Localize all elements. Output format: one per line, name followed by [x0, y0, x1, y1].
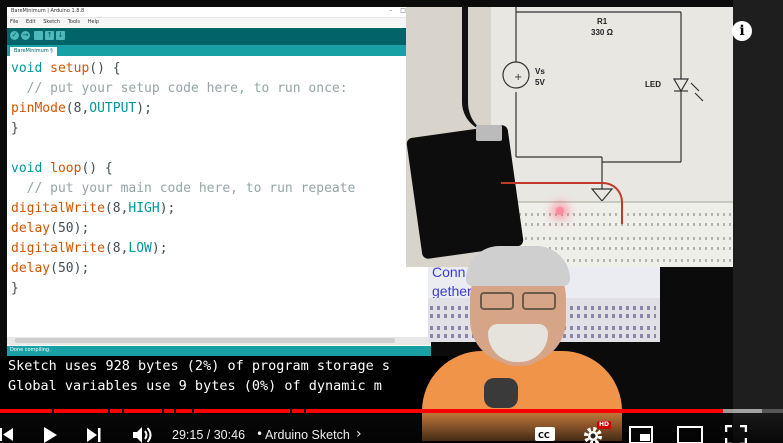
chevron-right-icon[interactable]: ›: [356, 426, 362, 442]
menu-help: Help: [87, 19, 100, 25]
code-line: void setup() {: [11, 59, 121, 79]
console-line-2: Global variables use 9 bytes (0%) of dyn…: [8, 378, 382, 394]
info-icon[interactable]: i: [732, 21, 752, 41]
code-token: loop: [50, 161, 82, 176]
code-token: (8,: [104, 201, 129, 216]
schematic-vs-value: 5V: [535, 78, 545, 87]
fullscreen-icon[interactable]: [725, 425, 747, 443]
code-line: // put your setup code here, to run once…: [11, 79, 348, 99]
code-token: (50);: [50, 261, 90, 276]
code-token: void: [11, 161, 51, 176]
menu-edit: Edit: [25, 19, 36, 25]
arduino-ide-window: BareMinimum | Arduino 1.8.8 –□× File Edi…: [7, 7, 431, 356]
schematic-r1-label: R1: [597, 17, 608, 26]
theater-icon[interactable]: [677, 426, 703, 443]
menu-file: File: [10, 19, 19, 25]
menu-sketch: Sketch: [43, 19, 61, 25]
ide-toolbar: ✓ → ↑ ↓: [7, 28, 431, 45]
duration: 30:46: [213, 428, 246, 442]
usb-cable: [462, 7, 492, 132]
red-wire: [501, 182, 623, 224]
code-token: }: [11, 281, 19, 296]
volume-icon[interactable]: [132, 425, 154, 443]
code-token: HIGH: [128, 201, 160, 216]
code-line: void loop() {: [11, 159, 113, 179]
code-token: (50);: [50, 221, 90, 236]
hd-badge: HD: [597, 421, 612, 429]
next-icon[interactable]: [86, 426, 102, 443]
code-token: digitalWrite: [11, 241, 105, 256]
svg-text:CC: CC: [538, 431, 550, 440]
ide-menubar: File Edit Sketch Tools Help: [7, 18, 431, 27]
code-token: LOW: [128, 241, 152, 256]
ide-tab-bar: BareMinimum §: [7, 45, 431, 56]
ide-status-text: Done compiling.: [10, 347, 51, 353]
usb-connector: [476, 125, 502, 141]
previous-icon[interactable]: [0, 425, 14, 443]
svg-text:+: +: [514, 72, 522, 83]
schematic-led-label: LED: [645, 80, 661, 89]
verify-icon: ✓: [10, 31, 19, 40]
presenter: [412, 246, 632, 441]
compile-console: Sketch uses 928 bytes (2%) of program st…: [0, 356, 460, 414]
code-token: digitalWrite: [11, 201, 105, 216]
code-token: delay: [11, 261, 51, 276]
ide-titlebar: BareMinimum | Arduino 1.8.8 –□×: [7, 7, 431, 18]
code-line: digitalWrite(8,LOW);: [11, 239, 168, 259]
player-controls: 29:15 / 30:46 • Arduino Sketch › CC HD: [0, 413, 783, 443]
code-line: pinMode(8,OUTPUT);: [11, 99, 152, 119]
ide-window-title: BareMinimum | Arduino 1.8.8: [11, 8, 85, 14]
play-icon[interactable]: [42, 426, 58, 443]
microphone: [484, 378, 518, 408]
save-icon: ↓: [56, 31, 65, 40]
code-token: void: [11, 61, 51, 76]
code-token: );: [136, 101, 152, 116]
time-display: 29:15 / 30:46: [172, 428, 246, 442]
code-token: );: [159, 201, 176, 216]
code-token: }: [11, 121, 19, 136]
code-token: // put your main code here, to run repea…: [11, 181, 356, 196]
video-right-edge: [733, 0, 783, 443]
code-line: delay(50);: [11, 219, 89, 239]
code-token: // put your setup code here, to run once…: [11, 81, 348, 96]
code-line: digitalWrite(8,HIGH);: [11, 199, 175, 219]
ide-tab-bareminimum: BareMinimum §: [10, 47, 57, 56]
ide-menu: File Edit Sketch Tools Help: [10, 19, 105, 25]
chapter-title[interactable]: Arduino Sketch: [265, 428, 350, 442]
code-token: () {: [81, 161, 113, 176]
code-token: );: [151, 241, 168, 256]
upload-icon: →: [21, 31, 30, 40]
code-token: pinMode: [11, 101, 66, 116]
console-line-1: Sketch uses 928 bytes (2%) of program st…: [8, 358, 391, 374]
horizontal-scrollbar: [7, 337, 431, 345]
code-token: () {: [89, 61, 121, 76]
chapter-separator: •: [256, 427, 264, 441]
code-line: }: [11, 279, 19, 299]
code-line: // put your main code here, to run repea…: [11, 179, 356, 199]
miniplayer-icon[interactable]: [629, 425, 653, 443]
new-icon: [34, 31, 43, 40]
code-token: OUTPUT: [89, 101, 137, 116]
code-token: setup: [50, 61, 90, 76]
schematic-vs-label: Vs: [535, 67, 545, 76]
code-token: delay: [11, 221, 51, 236]
current-time: 29:15: [172, 428, 204, 442]
ide-status-bar: Done compiling.: [7, 346, 431, 356]
breadboard-photo: + R1 330 Ω Vs 5V LED: [406, 7, 733, 267]
code-token: (8,: [65, 101, 90, 116]
open-icon: ↑: [45, 31, 54, 40]
code-editor: void setup() { // put your setup code he…: [7, 56, 431, 339]
code-line: delay(50);: [11, 259, 89, 279]
captions-icon[interactable]: CC: [534, 425, 556, 443]
video-player[interactable]: BareMinimum | Arduino 1.8.8 –□× File Edi…: [0, 0, 783, 443]
schematic-r1-value: 330 Ω: [591, 28, 613, 37]
menu-tools: Tools: [67, 19, 81, 25]
code-token: (8,: [104, 241, 129, 256]
code-line: }: [11, 119, 19, 139]
lit-led: [556, 207, 564, 215]
